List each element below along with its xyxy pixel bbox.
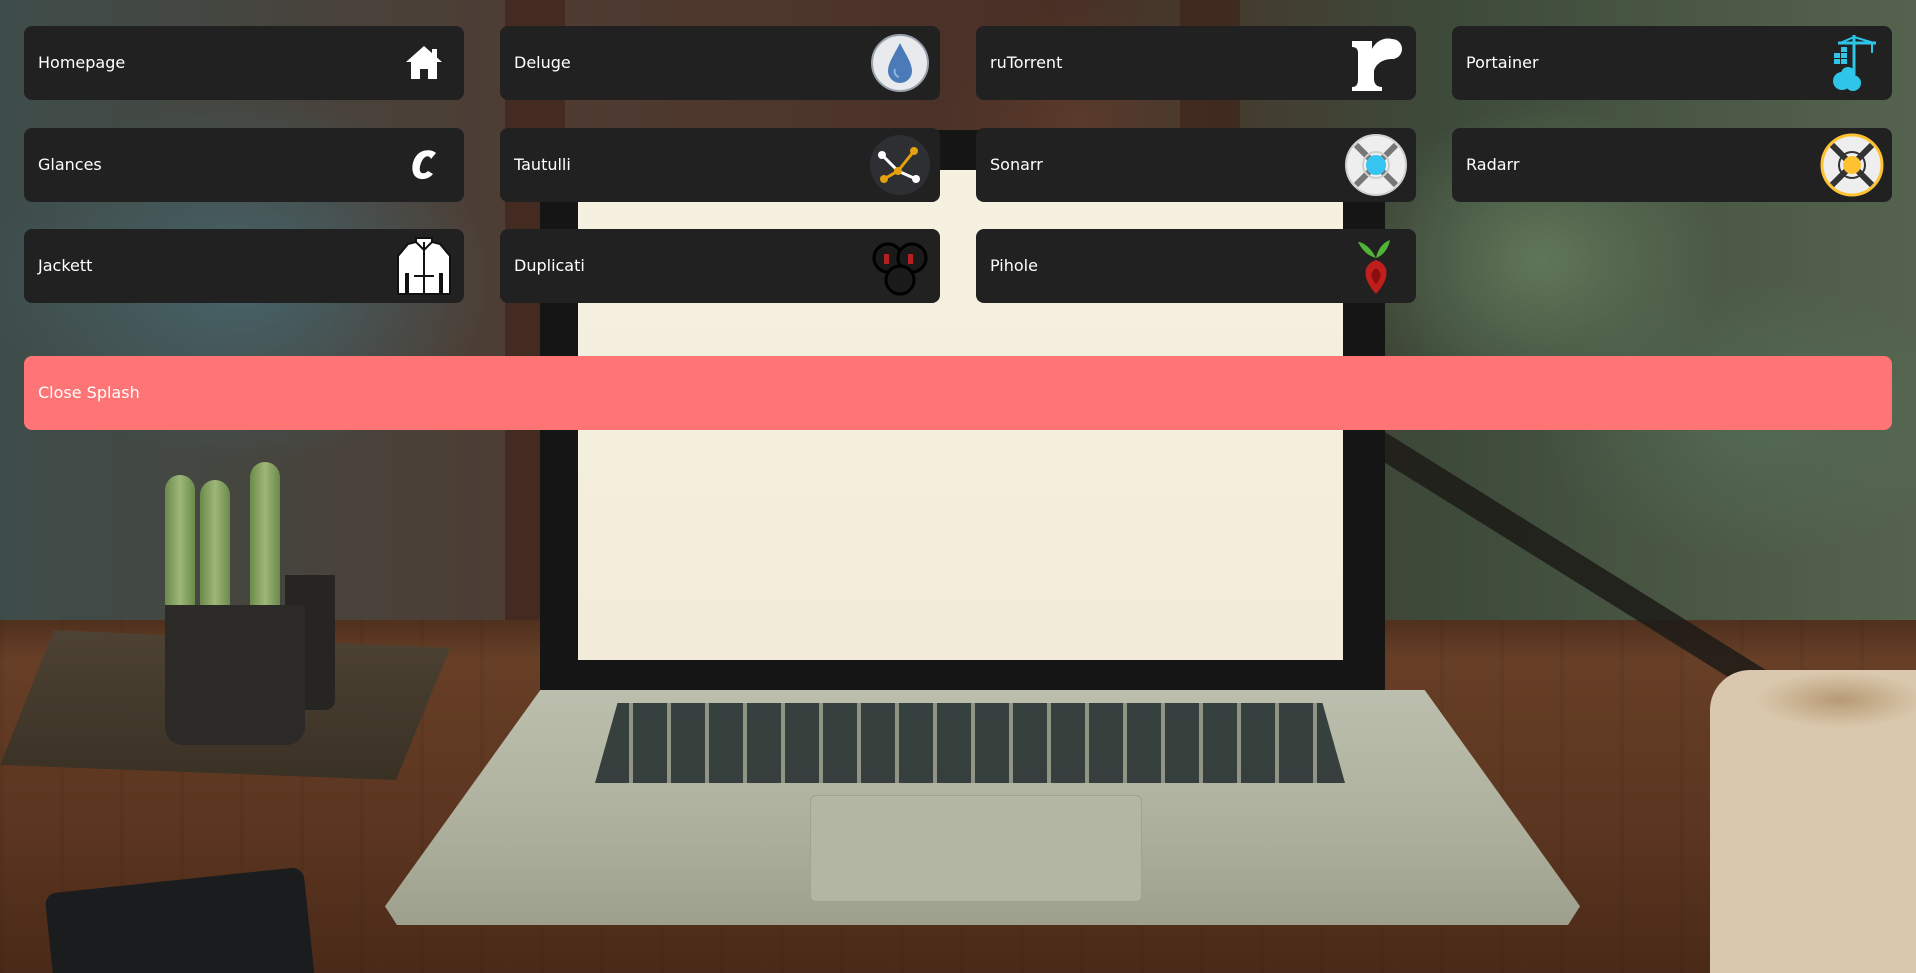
rutorrent-icon — [1344, 31, 1408, 95]
tile-glances[interactable]: Glances — [24, 128, 464, 202]
background-cactus — [200, 480, 230, 625]
tautulli-icon — [868, 133, 932, 197]
sonarr-icon — [1344, 133, 1408, 197]
tile-pihole[interactable]: Pihole — [976, 229, 1416, 303]
jackett-icon — [392, 234, 456, 298]
close-splash-button[interactable]: Close Splash — [24, 356, 1892, 430]
glances-icon — [392, 133, 456, 197]
tile-radarr[interactable]: Radarr — [1452, 128, 1892, 202]
background-cactus — [165, 475, 195, 625]
background-cactus — [250, 462, 280, 627]
tile-label: Deluge — [514, 53, 571, 72]
background-cup — [1710, 670, 1916, 973]
tile-label: Radarr — [1466, 155, 1520, 174]
background-pot — [165, 605, 305, 745]
tile-rutorrent[interactable]: ruTorrent — [976, 26, 1416, 100]
tile-label: Pihole — [990, 256, 1038, 275]
tile-label: Tautulli — [514, 155, 571, 174]
deluge-icon — [868, 31, 932, 95]
tile-label: Homepage — [38, 53, 126, 72]
tile-duplicati[interactable]: Duplicati — [500, 229, 940, 303]
tile-label: Portainer — [1466, 53, 1539, 72]
background-laptop-trackpad — [810, 795, 1142, 902]
close-splash-label: Close Splash — [38, 383, 140, 402]
tile-deluge[interactable]: Deluge — [500, 26, 940, 100]
tile-jackett[interactable]: Jackett — [24, 229, 464, 303]
tile-label: Duplicati — [514, 256, 585, 275]
duplicati-icon — [868, 234, 932, 298]
background-laptop-keyboard — [595, 703, 1345, 783]
tile-label: Glances — [38, 155, 102, 174]
portainer-icon — [1820, 31, 1884, 95]
tile-sonarr[interactable]: Sonarr — [976, 128, 1416, 202]
radarr-icon — [1820, 133, 1884, 197]
tile-portainer[interactable]: Portainer — [1452, 26, 1892, 100]
home-icon — [392, 31, 456, 95]
tile-label: Jackett — [38, 256, 93, 275]
tile-tautulli[interactable]: Tautulli — [500, 128, 940, 202]
tile-label: ruTorrent — [990, 53, 1063, 72]
pihole-icon — [1344, 234, 1408, 298]
tile-label: Sonarr — [990, 155, 1043, 174]
tile-homepage[interactable]: Homepage — [24, 26, 464, 100]
